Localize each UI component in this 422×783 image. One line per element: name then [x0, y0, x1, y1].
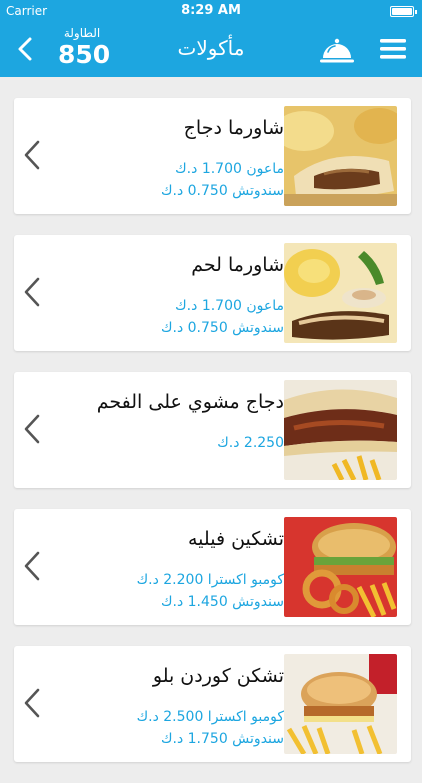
chevron-left-icon	[24, 688, 40, 718]
item-photo	[284, 654, 397, 754]
item-price: ماعون 1.700 د.ك	[175, 161, 284, 177]
item-price: سندوتش 1.750 د.ك	[160, 731, 284, 747]
list-item[interactable]: شاورما دجاج ماعون 1.700 د.ك سندوتش 0.750…	[14, 98, 411, 214]
battery-icon	[390, 6, 417, 17]
item-name: شاورما دجاج	[183, 117, 284, 139]
clock: 8:29 AM	[181, 3, 241, 18]
item-price: سندوتش 1.450 د.ك	[160, 594, 284, 610]
item-price: كومبو اكسترا 2.500 د.ك	[136, 709, 284, 725]
chicken-fillet-photo	[284, 517, 397, 617]
item-price: سندوتش 0.750 د.ك	[160, 183, 284, 199]
item-name: تشكن كوردن بلو	[152, 665, 284, 687]
item-photo	[284, 106, 397, 206]
page-title: مأكولات	[177, 36, 245, 60]
status-bar: Carrier 8:29 AM	[0, 0, 422, 22]
item-photo	[284, 380, 397, 480]
list-item[interactable]: تشكن كوردن بلو كومبو اكسترا 2.500 د.ك سن…	[14, 646, 411, 762]
item-photo	[284, 243, 397, 343]
grilled-chicken-photo	[284, 380, 397, 480]
serving-cloche-icon	[320, 38, 354, 63]
chevron-left-icon	[24, 277, 40, 307]
meat-shawarma-photo	[284, 243, 397, 343]
chevron-left-icon	[18, 37, 32, 61]
menu-item-list: شاورما دجاج ماعون 1.700 د.ك سندوتش 0.750…	[14, 98, 411, 783]
menu-button[interactable]	[380, 38, 406, 60]
nav-bar: الطاولة 850 مأكولات	[0, 22, 422, 77]
item-name: دجاج مشوي على الفحم	[96, 391, 284, 413]
table-number: 850	[58, 40, 111, 69]
chicken-cordon-bleu-photo	[284, 654, 397, 754]
item-price: سندوتش 0.750 د.ك	[160, 320, 284, 336]
item-photo	[284, 517, 397, 617]
cart-button[interactable]	[318, 36, 356, 66]
item-name: تشكين فيليه	[188, 528, 284, 550]
hamburger-menu-icon	[380, 39, 406, 59]
chevron-left-icon	[24, 414, 40, 444]
item-price: 2.250 د.ك	[217, 435, 284, 451]
list-item[interactable]: تشكين فيليه كومبو اكسترا 2.200 د.ك سندوت…	[14, 509, 411, 625]
chevron-left-icon	[24, 140, 40, 170]
back-button[interactable]	[12, 32, 40, 66]
item-name: شاورما لحم	[191, 254, 284, 276]
chevron-left-icon	[24, 551, 40, 581]
item-price: ماعون 1.700 د.ك	[175, 298, 284, 314]
list-item[interactable]: دجاج مشوي على الفحم 2.250 د.ك	[14, 372, 411, 488]
list-item[interactable]: شاورما لحم ماعون 1.700 د.ك سندوتش 0.750 …	[14, 235, 411, 351]
item-price: كومبو اكسترا 2.200 د.ك	[136, 572, 284, 588]
chicken-shawarma-photo	[284, 106, 397, 206]
table-label: الطاولة	[63, 26, 101, 40]
